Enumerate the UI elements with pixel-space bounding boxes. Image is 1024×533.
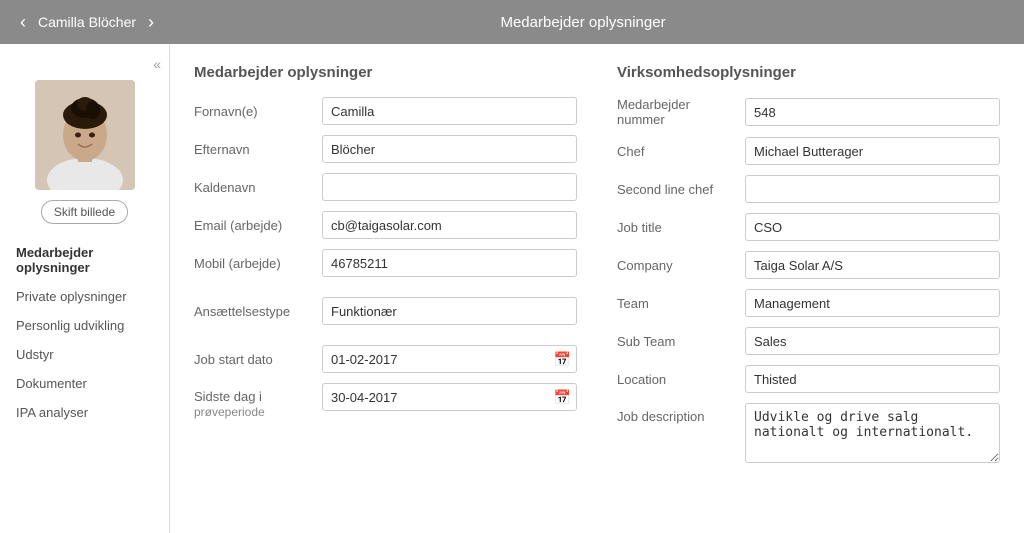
team-row: Team <box>617 289 1000 317</box>
topbar-nav: ‹ Camilla Blöcher › <box>16 8 158 37</box>
sidebar-item-ipa-analyser[interactable]: IPA analyser <box>16 398 153 427</box>
ansaettelsestype-label: Ansættelsestype <box>194 304 314 319</box>
sidste-dag-label: Sidste dag i prøveperiode <box>194 383 314 419</box>
sidebar-item-dokumenter[interactable]: Dokumenter <box>16 369 153 398</box>
mobil-label: Mobil (arbejde) <box>194 256 314 271</box>
sub-team-input[interactable] <box>745 327 1000 355</box>
main-layout: « <box>0 44 1024 533</box>
job-start-label: Job start dato <box>194 352 314 367</box>
location-row: Location <box>617 365 1000 393</box>
forward-button[interactable]: › <box>144 8 158 37</box>
sidebar-menu: Medarbejder oplysninger Private oplysnin… <box>0 238 169 427</box>
sidebar-item-private-oplysninger[interactable]: Private oplysninger <box>16 282 153 311</box>
topbar-person-name: Camilla Blöcher <box>38 14 136 30</box>
job-desc-label: Job description <box>617 403 737 424</box>
team-label: Team <box>617 296 737 311</box>
medarbejder-nr-row: Medarbejder nummer <box>617 97 1000 127</box>
company-section-title: Virksomhedsoplysninger <box>617 64 1000 81</box>
sidebar-item-medarbejder-oplysninger[interactable]: Medarbejder oplysninger <box>16 238 153 282</box>
employee-info-section: Medarbejder oplysninger Fornavn(e) Efter… <box>194 64 577 513</box>
chef-label: Chef <box>617 144 737 159</box>
employee-section-title: Medarbejder oplysninger <box>194 64 577 81</box>
medarbejder-nr-label: Medarbejder nummer <box>617 97 737 127</box>
sidste-dag-row: Sidste dag i prøveperiode 📅 <box>194 383 577 419</box>
back-button[interactable]: ‹ <box>16 8 30 37</box>
efternavn-row: Efternavn <box>194 135 577 163</box>
change-photo-button[interactable]: Skift billede <box>41 200 128 224</box>
email-input[interactable] <box>322 211 577 239</box>
sub-team-label: Sub Team <box>617 334 737 349</box>
efternavn-input[interactable] <box>322 135 577 163</box>
company-info-section: Virksomhedsoplysninger Medarbejder numme… <box>617 64 1000 513</box>
team-input[interactable] <box>745 289 1000 317</box>
job-desc-row: Job description Udvikle og drive salg na… <box>617 403 1000 463</box>
job-title-input[interactable] <box>745 213 1000 241</box>
topbar: ‹ Camilla Blöcher › Medarbejder oplysnin… <box>0 0 1024 44</box>
sidebar-item-udstyr[interactable]: Udstyr <box>16 340 153 369</box>
email-label: Email (arbejde) <box>194 218 314 233</box>
job-start-input[interactable] <box>322 345 577 373</box>
avatar <box>35 80 135 190</box>
job-start-date-wrap: 📅 <box>322 345 577 373</box>
job-desc-textarea[interactable]: Udvikle og drive salg nationalt og inter… <box>745 403 1000 463</box>
chef-row: Chef <box>617 137 1000 165</box>
location-label: Location <box>617 372 737 387</box>
company-label: Company <box>617 258 737 273</box>
sidebar: « <box>0 44 170 533</box>
sidebar-item-personlig-udvikling[interactable]: Personlig udvikling <box>16 311 153 340</box>
company-row: Company <box>617 251 1000 279</box>
job-start-row: Job start dato 📅 <box>194 345 577 373</box>
location-input[interactable] <box>745 365 1000 393</box>
ansaettelsestype-input[interactable] <box>322 297 577 325</box>
fornavn-input[interactable] <box>322 97 577 125</box>
job-title-row: Job title <box>617 213 1000 241</box>
company-input[interactable] <box>745 251 1000 279</box>
sidste-dag-date-wrap: 📅 <box>322 383 577 411</box>
job-title-label: Job title <box>617 220 737 235</box>
kaldenavn-input[interactable] <box>322 173 577 201</box>
content-area: Medarbejder oplysninger Fornavn(e) Efter… <box>170 44 1024 533</box>
second-chef-input[interactable] <box>745 175 1000 203</box>
second-chef-row: Second line chef <box>617 175 1000 203</box>
sidebar-collapse-icon[interactable]: « <box>153 56 161 72</box>
sub-team-row: Sub Team <box>617 327 1000 355</box>
sidste-dag-input[interactable] <box>322 383 577 411</box>
kaldenavn-label: Kaldenavn <box>194 180 314 195</box>
fornavn-row: Fornavn(e) <box>194 97 577 125</box>
email-row: Email (arbejde) <box>194 211 577 239</box>
medarbejder-nr-input[interactable] <box>745 98 1000 126</box>
mobil-input[interactable] <box>322 249 577 277</box>
mobil-row: Mobil (arbejde) <box>194 249 577 277</box>
topbar-page-title: Medarbejder oplysninger <box>158 14 1008 31</box>
ansaettelsestype-row: Ansættelsestype <box>194 297 577 325</box>
second-chef-label: Second line chef <box>617 182 737 197</box>
kaldenavn-row: Kaldenavn <box>194 173 577 201</box>
fornavn-label: Fornavn(e) <box>194 104 314 119</box>
efternavn-label: Efternavn <box>194 142 314 157</box>
chef-input[interactable] <box>745 137 1000 165</box>
